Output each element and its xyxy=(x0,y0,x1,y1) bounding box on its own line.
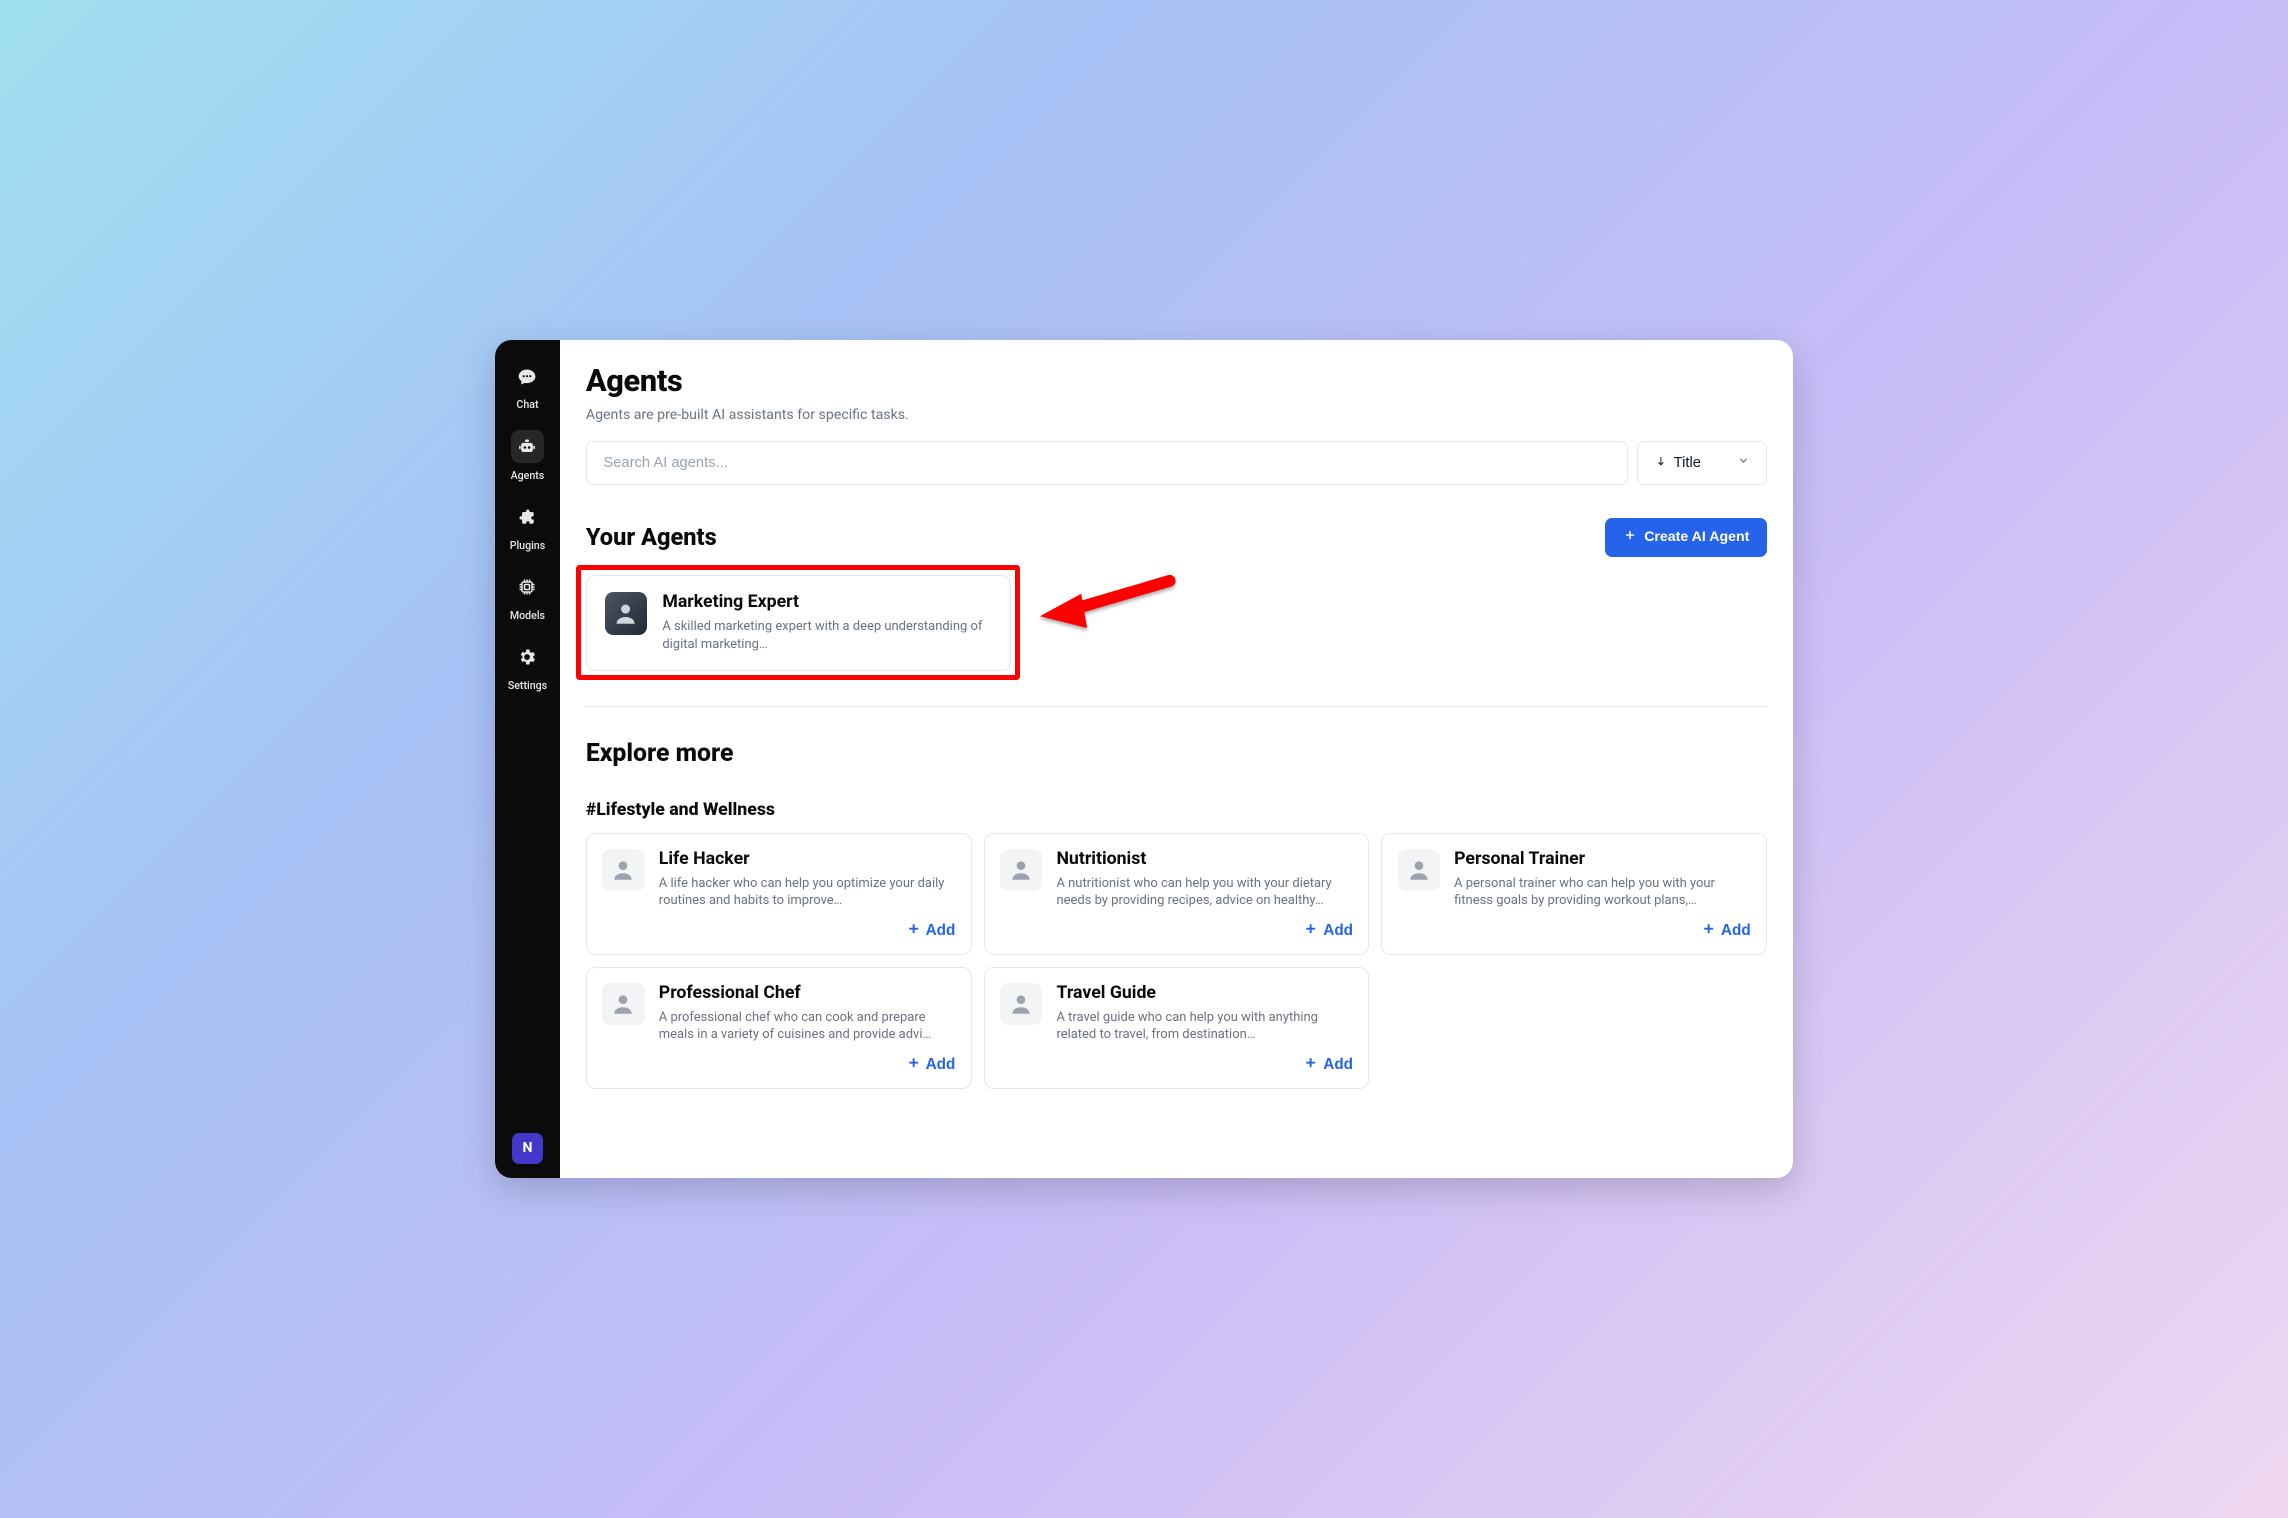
create-agent-label: Create AI Agent xyxy=(1644,529,1749,545)
sidebar-item-agents[interactable]: Agents xyxy=(495,422,560,492)
add-label: Add xyxy=(926,922,956,940)
page-subtitle: Agents are pre-built AI assistants for s… xyxy=(586,407,1767,423)
agent-avatar xyxy=(602,849,644,891)
sidebar-bottom: N xyxy=(512,1133,543,1164)
agent-card-title: Marketing Expert xyxy=(662,592,992,612)
sidebar-item-label: Chat xyxy=(516,398,538,411)
explore-card-desc: A travel guide who can help you with any… xyxy=(1056,1009,1353,1044)
page-title: Agents xyxy=(586,364,1767,399)
create-agent-button[interactable]: Create AI Agent xyxy=(1605,518,1767,557)
agent-avatar xyxy=(1398,849,1440,891)
sidebar-item-models[interactable]: Models xyxy=(495,562,560,632)
main-content: Agents Agents are pre-built AI assistant… xyxy=(560,340,1793,1178)
sidebar-item-label: Models xyxy=(510,609,545,622)
sidebar-item-plugins[interactable]: Plugins xyxy=(495,492,560,562)
plus-icon xyxy=(1303,921,1318,941)
your-agents-header-row: Your Agents Create AI Agent xyxy=(586,518,1767,557)
agent-avatar xyxy=(1000,983,1042,1025)
add-button[interactable]: Add xyxy=(906,921,956,941)
explore-card-desc: A personal trainer who can help you with… xyxy=(1454,875,1751,910)
plus-icon xyxy=(1623,528,1637,546)
agent-avatar xyxy=(602,983,644,1025)
add-label: Add xyxy=(926,1056,956,1074)
explore-card-life-hacker[interactable]: Life Hacker A life hacker who can help y… xyxy=(586,833,972,955)
arrow-down-icon xyxy=(1655,455,1667,471)
explore-card-desc: A life hacker who can help you optimize … xyxy=(659,875,956,910)
highlighted-agent-area: Marketing Expert A skilled marketing exp… xyxy=(586,575,1011,671)
app-window: Chat Agents Plugins Models Settings xyxy=(495,340,1793,1178)
explore-card-title: Travel Guide xyxy=(1056,983,1353,1003)
add-label: Add xyxy=(1323,1056,1353,1074)
user-avatar[interactable]: N xyxy=(512,1133,543,1164)
section-divider xyxy=(586,706,1767,707)
explore-card-title: Personal Trainer xyxy=(1454,849,1751,869)
category-title: #Lifestyle and Wellness xyxy=(586,800,1767,820)
explore-card-title: Professional Chef xyxy=(659,983,956,1003)
explore-card-nutritionist[interactable]: Nutritionist A nutritionist who can help… xyxy=(984,833,1370,955)
agent-avatar xyxy=(1000,849,1042,891)
add-label: Add xyxy=(1323,922,1353,940)
explore-title: Explore more xyxy=(586,739,1767,768)
chevron-down-icon xyxy=(1737,454,1750,471)
puzzle-icon xyxy=(511,501,544,534)
sidebar-item-label: Plugins xyxy=(510,539,545,552)
search-row: Title xyxy=(586,441,1767,485)
explore-card-title: Life Hacker xyxy=(659,849,956,869)
sidebar: Chat Agents Plugins Models Settings xyxy=(495,340,560,1178)
explore-grid: Life Hacker A life hacker who can help y… xyxy=(586,833,1767,1089)
add-button[interactable]: Add xyxy=(906,1055,956,1075)
explore-card-personal-trainer[interactable]: Personal Trainer A personal trainer who … xyxy=(1381,833,1767,955)
plus-icon xyxy=(906,921,921,941)
add-button[interactable]: Add xyxy=(1303,1055,1353,1075)
your-agents-title: Your Agents xyxy=(586,523,717,551)
sidebar-item-label: Settings xyxy=(508,679,547,692)
chat-bubble-icon xyxy=(511,360,544,393)
explore-card-desc: A nutritionist who can help you with you… xyxy=(1056,875,1353,910)
explore-card-desc: A professional chef who can cook and pre… xyxy=(659,1009,956,1044)
sort-dropdown[interactable]: Title xyxy=(1637,441,1767,485)
gear-icon xyxy=(511,641,544,674)
explore-card-professional-chef[interactable]: Professional Chef A professional chef wh… xyxy=(586,967,972,1089)
add-button[interactable]: Add xyxy=(1701,921,1751,941)
sidebar-item-chat[interactable]: Chat xyxy=(495,352,560,422)
explore-card-travel-guide[interactable]: Travel Guide A travel guide who can help… xyxy=(984,967,1370,1089)
plus-icon xyxy=(1701,921,1716,941)
add-label: Add xyxy=(1721,922,1751,940)
plus-icon xyxy=(1303,1055,1318,1075)
sidebar-item-label: Agents xyxy=(511,469,545,482)
sort-label: Title xyxy=(1674,455,1701,471)
plus-icon xyxy=(906,1055,921,1075)
add-button[interactable]: Add xyxy=(1303,921,1353,941)
annotation-arrow xyxy=(1034,569,1176,643)
explore-card-title: Nutritionist xyxy=(1056,849,1353,869)
search-input[interactable] xyxy=(586,441,1628,485)
sidebar-item-settings[interactable]: Settings xyxy=(495,633,560,703)
agent-card-desc: A skilled marketing expert with a deep u… xyxy=(662,618,992,653)
agent-avatar xyxy=(605,592,647,634)
agent-card-marketing-expert[interactable]: Marketing Expert A skilled marketing exp… xyxy=(586,575,1011,671)
robot-icon xyxy=(511,430,544,463)
chip-icon xyxy=(511,571,544,604)
